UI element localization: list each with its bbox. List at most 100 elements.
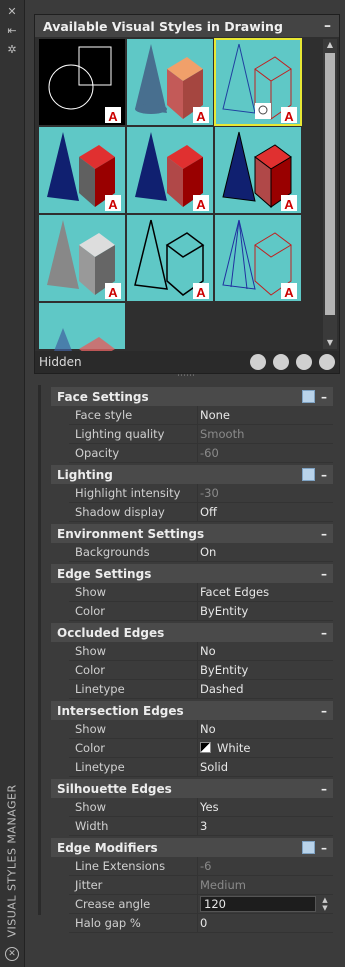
property-value[interactable]: None bbox=[200, 408, 230, 422]
palette-title: VISUAL STYLES MANAGER bbox=[5, 784, 19, 938]
shaded-thumb[interactable]: A bbox=[127, 127, 213, 213]
section-header[interactable]: Silhouette Edges – bbox=[51, 779, 333, 798]
property-value[interactable]: On bbox=[200, 545, 216, 559]
property-row[interactable]: Linetype Solid bbox=[51, 758, 333, 777]
collapse-icon[interactable]: – bbox=[321, 468, 327, 482]
property-value[interactable]: -6 bbox=[200, 859, 211, 873]
scroll-down-icon[interactable]: ▼ bbox=[323, 337, 337, 349]
property-value[interactable]: Solid bbox=[200, 760, 228, 774]
collapse-icon[interactable]: – bbox=[321, 841, 327, 855]
conceptual-thumb[interactable]: A bbox=[127, 39, 213, 125]
property-row[interactable]: Crease angle 120 ▲ ▼ bbox=[51, 895, 333, 914]
close-x-icon[interactable]: ✕ bbox=[6, 6, 18, 18]
property-row[interactable]: Opacity -60 bbox=[51, 444, 333, 463]
palette-title-bar: ✕ ⇤ ✲ VISUAL STYLES MANAGER ✕ bbox=[0, 0, 25, 967]
collapse-icon[interactable]: – bbox=[324, 18, 331, 34]
collapse-icon[interactable]: – bbox=[321, 626, 327, 640]
property-row[interactable]: Face style None bbox=[51, 406, 333, 425]
apply-style-icon[interactable] bbox=[273, 354, 289, 370]
property-label: Halo gap % bbox=[75, 916, 141, 930]
property-label: Face style bbox=[75, 408, 133, 422]
property-value[interactable]: ByEntity bbox=[200, 604, 248, 618]
scroll-up-icon[interactable]: ▲ bbox=[323, 39, 337, 51]
section-title: Lighting bbox=[57, 467, 113, 482]
property-row[interactable]: Linetype Dashed bbox=[51, 680, 333, 699]
property-value[interactable]: 3 bbox=[200, 819, 207, 833]
collapse-icon[interactable]: – bbox=[321, 390, 327, 404]
section-header[interactable]: Face Settings – bbox=[51, 387, 333, 406]
hidden-thumb[interactable]: A bbox=[214, 38, 302, 126]
edge-modifiers-icon[interactable] bbox=[302, 841, 315, 854]
sketchy-thumb[interactable]: A bbox=[127, 215, 213, 301]
property-value[interactable]: 120 bbox=[200, 896, 316, 912]
properties-icon[interactable]: ✲ bbox=[6, 44, 18, 56]
property-value[interactable]: 0 bbox=[200, 916, 207, 930]
property-label: Opacity bbox=[75, 446, 120, 460]
scroll-thumb[interactable] bbox=[325, 53, 335, 315]
splitter-grip[interactable]: ⋯⋯ bbox=[34, 372, 338, 381]
property-row[interactable]: Color ByEntity bbox=[51, 661, 333, 680]
autohide-icon[interactable]: ⇤ bbox=[6, 25, 18, 37]
property-value-text: None bbox=[200, 408, 231, 422]
collapse-icon[interactable]: – bbox=[321, 704, 327, 718]
property-value[interactable]: Medium bbox=[200, 878, 246, 892]
svg-text:A: A bbox=[108, 109, 118, 124]
property-value[interactable]: Off bbox=[200, 505, 217, 519]
collapse-icon[interactable]: – bbox=[321, 782, 327, 796]
property-row[interactable]: Show Yes bbox=[51, 798, 333, 817]
property-row[interactable]: Color White bbox=[51, 739, 333, 758]
property-row[interactable]: Lighting quality Smooth bbox=[51, 425, 333, 444]
section-header[interactable]: Edge Settings – bbox=[51, 564, 333, 583]
property-row[interactable]: Backgrounds On bbox=[51, 543, 333, 562]
collapse-icon[interactable]: – bbox=[321, 527, 327, 541]
property-row[interactable]: Show No bbox=[51, 642, 333, 661]
svg-text:A: A bbox=[108, 197, 118, 212]
property-value[interactable]: Yes bbox=[200, 800, 219, 814]
property-value[interactable]: Dashed bbox=[200, 682, 244, 696]
property-value[interactable]: White bbox=[200, 741, 250, 755]
realistic-thumb[interactable]: A bbox=[39, 127, 125, 213]
wireframe-thumb[interactable]: A bbox=[215, 215, 301, 301]
section-header[interactable]: Lighting – bbox=[51, 465, 333, 484]
property-value[interactable]: No bbox=[200, 722, 216, 736]
export-tool-palette-icon[interactable] bbox=[296, 354, 312, 370]
delete-style-icon[interactable] bbox=[319, 354, 335, 370]
property-value-text: No bbox=[200, 722, 216, 736]
face-settings-icon[interactable] bbox=[302, 390, 315, 403]
x-ray-thumb[interactable] bbox=[39, 303, 125, 369]
svg-text:A: A bbox=[284, 109, 294, 124]
shades-of-gray-thumb[interactable]: A bbox=[39, 215, 125, 301]
property-label: Line Extensions bbox=[75, 859, 166, 873]
spinner-icon[interactable]: ▲ ▼ bbox=[319, 896, 331, 913]
property-row[interactable]: Color ByEntity bbox=[51, 602, 333, 621]
property-row[interactable]: Highlight intensity -30 bbox=[51, 484, 333, 503]
property-row[interactable]: Show Facet Edges bbox=[51, 583, 333, 602]
property-label: Show bbox=[75, 800, 107, 814]
section-header[interactable]: Occluded Edges – bbox=[51, 623, 333, 642]
property-value[interactable]: ByEntity bbox=[200, 663, 248, 677]
property-label: Shadow display bbox=[75, 505, 165, 519]
property-row[interactable]: Line Extensions -6 bbox=[51, 857, 333, 876]
create-style-icon[interactable] bbox=[250, 354, 266, 370]
section-header[interactable]: Intersection Edges – bbox=[51, 701, 333, 720]
section-header[interactable]: Environment Settings – bbox=[51, 524, 333, 543]
properties-panel: Face Settings – Face style None Lighting qua… bbox=[34, 381, 338, 956]
property-row[interactable]: Shadow display Off bbox=[51, 503, 333, 522]
property-value[interactable]: Facet Edges bbox=[200, 585, 269, 599]
section-header[interactable]: Edge Modifiers – bbox=[51, 838, 333, 857]
property-row[interactable]: Width 3 bbox=[51, 817, 333, 836]
palette-close-icon[interactable]: ✕ bbox=[5, 947, 19, 961]
property-value[interactable]: -30 bbox=[200, 486, 219, 500]
lighting-icon[interactable] bbox=[302, 468, 315, 481]
property-row[interactable]: Halo gap % 0 bbox=[51, 914, 333, 933]
property-row[interactable]: Show No bbox=[51, 720, 333, 739]
property-row[interactable]: Jitter Medium bbox=[51, 876, 333, 895]
collapse-icon[interactable]: – bbox=[321, 567, 327, 581]
property-value[interactable]: Smooth bbox=[200, 427, 244, 441]
property-value[interactable]: -60 bbox=[200, 446, 219, 460]
shaded-with-edges-thumb[interactable]: A bbox=[215, 127, 301, 213]
property-value[interactable]: No bbox=[200, 644, 216, 658]
color-swatch bbox=[200, 742, 211, 753]
gallery-scrollbar[interactable]: ▲ ▼ bbox=[323, 39, 337, 349]
2d-wireframe-thumb[interactable]: A bbox=[39, 39, 125, 125]
